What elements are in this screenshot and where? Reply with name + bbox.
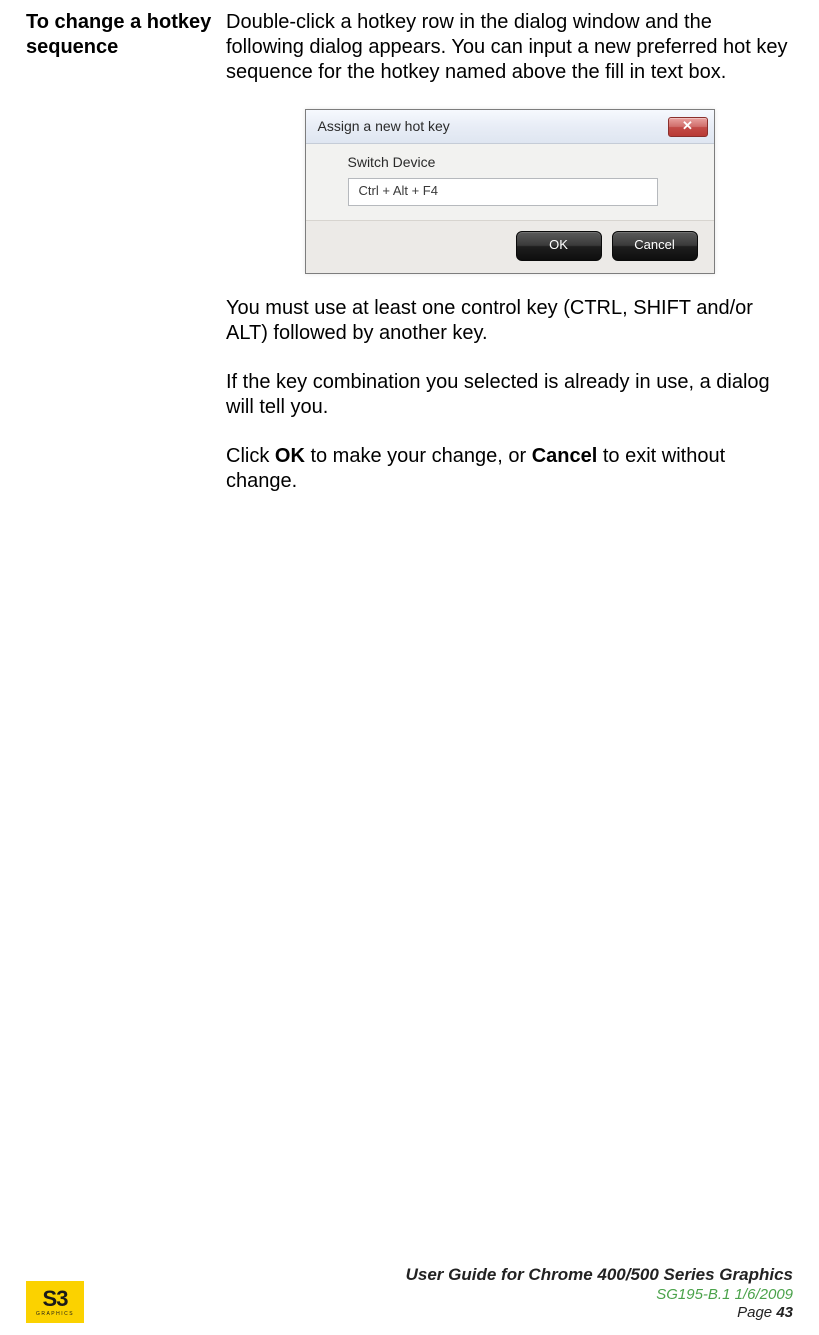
- ok-button[interactable]: OK: [516, 231, 602, 261]
- logo-top-text: S3: [43, 1288, 68, 1310]
- cancel-bold: Cancel: [532, 445, 598, 467]
- text: Click: [226, 445, 275, 467]
- paragraph-control-key: You must use at least one control key (C…: [226, 296, 793, 346]
- close-icon[interactable]: ✕: [668, 117, 708, 137]
- footer-title: User Guide for Chrome 400/500 Series Gra…: [406, 1264, 793, 1285]
- intro-paragraph: Double-click a hotkey row in the dialog …: [226, 10, 793, 85]
- paragraph-ok-cancel: Click OK to make your change, or Cancel …: [226, 444, 793, 494]
- hotkey-dialog: Assign a new hot key ✕ Switch Device Ctr…: [305, 109, 715, 274]
- footer-page: Page 43: [406, 1304, 793, 1323]
- cancel-button[interactable]: Cancel: [612, 231, 698, 261]
- page-number: 43: [776, 1304, 793, 1321]
- hotkey-name-label: Switch Device: [348, 154, 694, 172]
- s3-logo: S3 GRAPHICS: [26, 1281, 84, 1323]
- dialog-button-row: OK Cancel: [306, 220, 714, 273]
- page-label: Page: [737, 1304, 776, 1321]
- footer-docinfo: SG195-B.1 1/6/2009: [406, 1286, 793, 1305]
- text: to make your change, or: [305, 445, 532, 467]
- dialog-title: Assign a new hot key: [318, 118, 668, 136]
- section-heading: To change a hotkey sequence: [26, 10, 226, 494]
- section-body: Double-click a hotkey row in the dialog …: [226, 10, 793, 494]
- hotkey-input[interactable]: Ctrl + Alt + F4: [348, 178, 658, 206]
- footer-text: User Guide for Chrome 400/500 Series Gra…: [406, 1264, 793, 1323]
- dialog-titlebar: Assign a new hot key ✕: [306, 110, 714, 144]
- dialog-body: Switch Device Ctrl + Alt + F4: [306, 144, 714, 220]
- ok-bold: OK: [275, 445, 305, 467]
- page-footer: S3 GRAPHICS User Guide for Chrome 400/50…: [0, 1264, 819, 1323]
- dialog-screenshot: Assign a new hot key ✕ Switch Device Ctr…: [226, 109, 793, 274]
- paragraph-in-use: If the key combination you selected is a…: [226, 370, 793, 420]
- logo-bottom-text: GRAPHICS: [36, 1311, 74, 1317]
